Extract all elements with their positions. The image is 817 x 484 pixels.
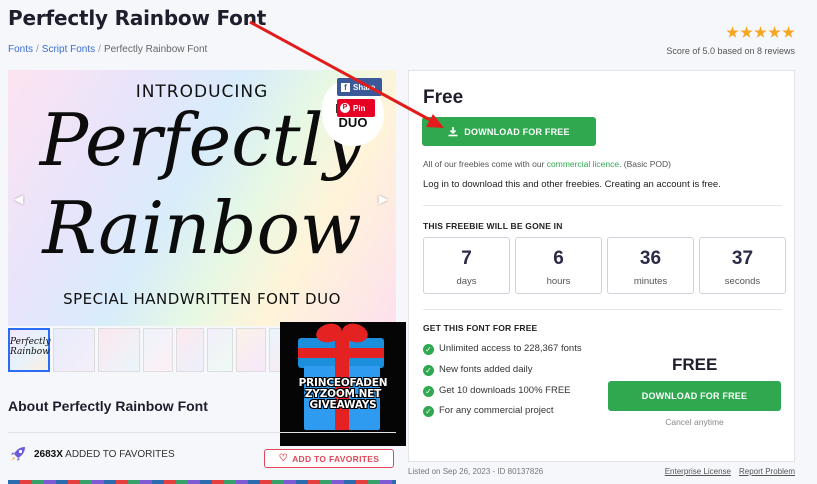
thumbnail-label: Perfectly Rainbow xyxy=(10,337,51,357)
breadcrumb-fonts[interactable]: Fonts xyxy=(8,44,33,55)
countdown-unit: days xyxy=(456,276,477,287)
countdown-heading: THIS FREEBIE WILL BE GONE IN xyxy=(423,221,563,231)
commercial-licence-link[interactable]: commercial licence xyxy=(547,159,619,169)
star-icon xyxy=(768,26,781,38)
check-circle-icon: ✓ xyxy=(423,385,434,397)
breadcrumb-script-fonts[interactable]: Script Fonts xyxy=(42,44,95,55)
share-label: Share xyxy=(353,82,376,92)
add-to-favorites-label: ADD TO FAVORITES xyxy=(292,453,380,464)
get-font-heading: GET THIS FONT FOR FREE xyxy=(423,323,538,333)
list-item: ✓ New fonts added daily xyxy=(423,364,593,377)
download-for-free-button-2[interactable]: DOWNLOAD FOR FREE xyxy=(608,381,781,411)
facebook-share-button[interactable]: f Share xyxy=(337,78,382,96)
rocket-icon xyxy=(11,447,25,461)
countdown-value: 7 xyxy=(461,248,472,269)
chevron-left-icon[interactable]: ◀ xyxy=(14,192,23,206)
thumbnail[interactable] xyxy=(176,328,204,372)
heart-icon: ♡ xyxy=(278,453,289,464)
thumbnail[interactable] xyxy=(98,328,140,372)
star-icon xyxy=(726,26,739,38)
countdown-unit: seconds xyxy=(724,276,761,287)
breadcrumb: Fonts / Script Fonts / Perfectly Rainbow Fon… xyxy=(8,44,207,55)
favorites-count-row: 2683X ADDED TO FAVORITES xyxy=(8,444,175,464)
divider xyxy=(8,432,396,433)
add-to-favorites-button[interactable]: ♡ ADD TO FAVORITES xyxy=(264,449,394,468)
listing-info: Listed on Sep 26, 2023 - ID 80137826 xyxy=(408,467,544,476)
chevron-right-icon[interactable]: ▶ xyxy=(379,192,388,206)
pinterest-icon: P xyxy=(340,103,350,113)
download-label: DOWNLOAD FOR FREE xyxy=(464,126,570,137)
star-icon xyxy=(740,26,753,38)
countdown-seconds: 37 seconds xyxy=(699,237,786,294)
countdown-timer: 7 days 6 hours 36 minutes 37 seconds xyxy=(423,237,786,294)
check-circle-icon: ✓ xyxy=(423,344,434,355)
page-title: Perfectly Rainbow Font xyxy=(8,6,267,30)
breadcrumb-separator: / xyxy=(98,44,101,55)
list-item: ✓ Unlimited access to 228,367 fonts xyxy=(423,343,593,356)
free-label: FREE xyxy=(672,355,718,374)
giveaway-text: PRINCEOFADEN ZYZOOM.NET GIVEAWAYS xyxy=(298,377,388,412)
price-label: Free xyxy=(423,87,464,108)
pin-label: Pin xyxy=(353,103,366,113)
rating-score: Score of 5.0 based on 8 reviews xyxy=(666,46,795,56)
thumbnail-strip: Perfectly Rainbow xyxy=(8,328,282,372)
favorites-count: 2683X ADDED TO FAVORITES xyxy=(34,448,175,460)
star-icon xyxy=(754,26,767,38)
countdown-unit: minutes xyxy=(633,276,668,287)
check-circle-icon: ✓ xyxy=(423,406,434,418)
licence-text: All of our freebies come with our commer… xyxy=(423,159,672,169)
about-heading: About Perfectly Rainbow Font xyxy=(8,398,208,414)
facebook-icon: f xyxy=(341,82,350,92)
cancel-anytime-text: Cancel anytime xyxy=(665,417,724,427)
thumbnail[interactable] xyxy=(53,328,95,372)
star-icon xyxy=(782,26,795,38)
login-notice: Log in to download this and other freebi… xyxy=(423,179,721,190)
breadcrumb-separator: / xyxy=(36,44,39,55)
enterprise-license-link[interactable]: Enterprise License xyxy=(665,467,731,476)
giveaway-gift-overlay: PRINCEOFADEN ZYZOOM.NET GIVEAWAYS xyxy=(280,322,406,446)
rating: Score of 5.0 based on 8 reviews xyxy=(666,26,795,56)
countdown-hours: 6 hours xyxy=(515,237,602,294)
pinterest-pin-button[interactable]: P Pin xyxy=(337,99,375,117)
countdown-days: 7 days xyxy=(423,237,510,294)
download-icon xyxy=(448,126,458,136)
divider xyxy=(423,205,782,206)
download-panel: Free DOWNLOAD FOR FREE All of our freebi… xyxy=(408,70,795,462)
thumbnail-selected[interactable]: Perfectly Rainbow xyxy=(8,328,51,372)
countdown-value: 36 xyxy=(639,248,662,269)
download-for-free-button[interactable]: DOWNLOAD FOR FREE xyxy=(422,117,596,146)
font-preview-strip xyxy=(8,480,396,484)
thumbnail[interactable] xyxy=(236,328,266,372)
check-circle-icon: ✓ xyxy=(423,364,434,376)
report-problem-link[interactable]: Report Problem xyxy=(739,467,795,476)
feature-list: ✓ Unlimited access to 228,367 fonts ✓ New … xyxy=(423,343,593,426)
hero-font-name-line2: Rainbow xyxy=(42,186,362,270)
divider xyxy=(423,309,782,310)
countdown-value: 6 xyxy=(553,248,564,269)
countdown-minutes: 36 minutes xyxy=(607,237,694,294)
list-item: ✓ For any commercial project xyxy=(423,405,593,418)
thumbnail[interactable] xyxy=(207,328,233,372)
countdown-value: 37 xyxy=(731,248,754,269)
footer-links: Enterprise License Report Problem xyxy=(665,467,795,476)
list-item: ✓ Get 10 downloads 100% FREE xyxy=(423,385,593,398)
gift-ribbon xyxy=(298,348,384,358)
thumbnail[interactable] xyxy=(143,328,173,372)
product-hero-image[interactable]: INTRODUCING Perfectly Rainbow SPECIAL HA… xyxy=(8,70,396,326)
star-rating xyxy=(666,26,795,39)
countdown-unit: hours xyxy=(546,276,571,287)
breadcrumb-current: Perfectly Rainbow Font xyxy=(103,44,208,55)
hero-subtitle: SPECIAL HANDWRITTEN FONT DUO xyxy=(63,290,341,308)
